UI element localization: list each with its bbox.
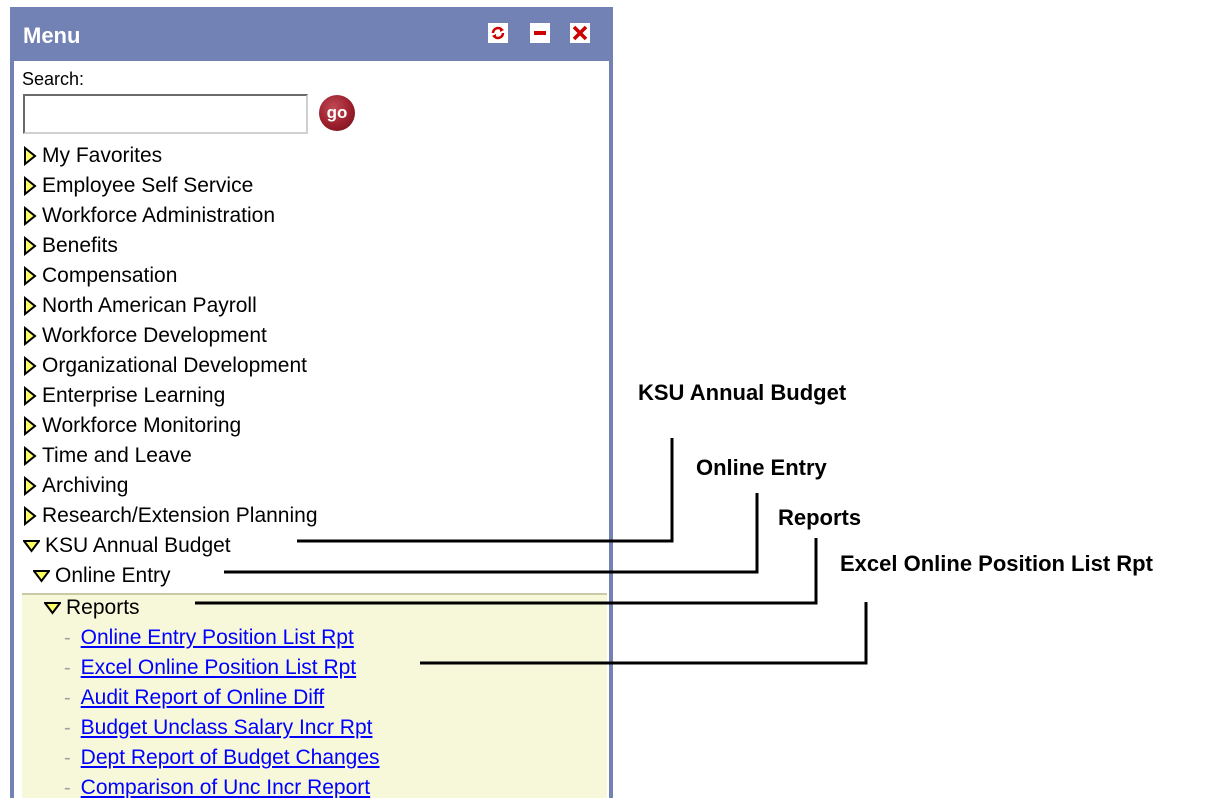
connector-excel-report (420, 602, 868, 665)
connector-online-entry (224, 493, 759, 574)
connector-ksu-annual-budget (297, 438, 674, 543)
callout-connectors (195, 438, 868, 665)
